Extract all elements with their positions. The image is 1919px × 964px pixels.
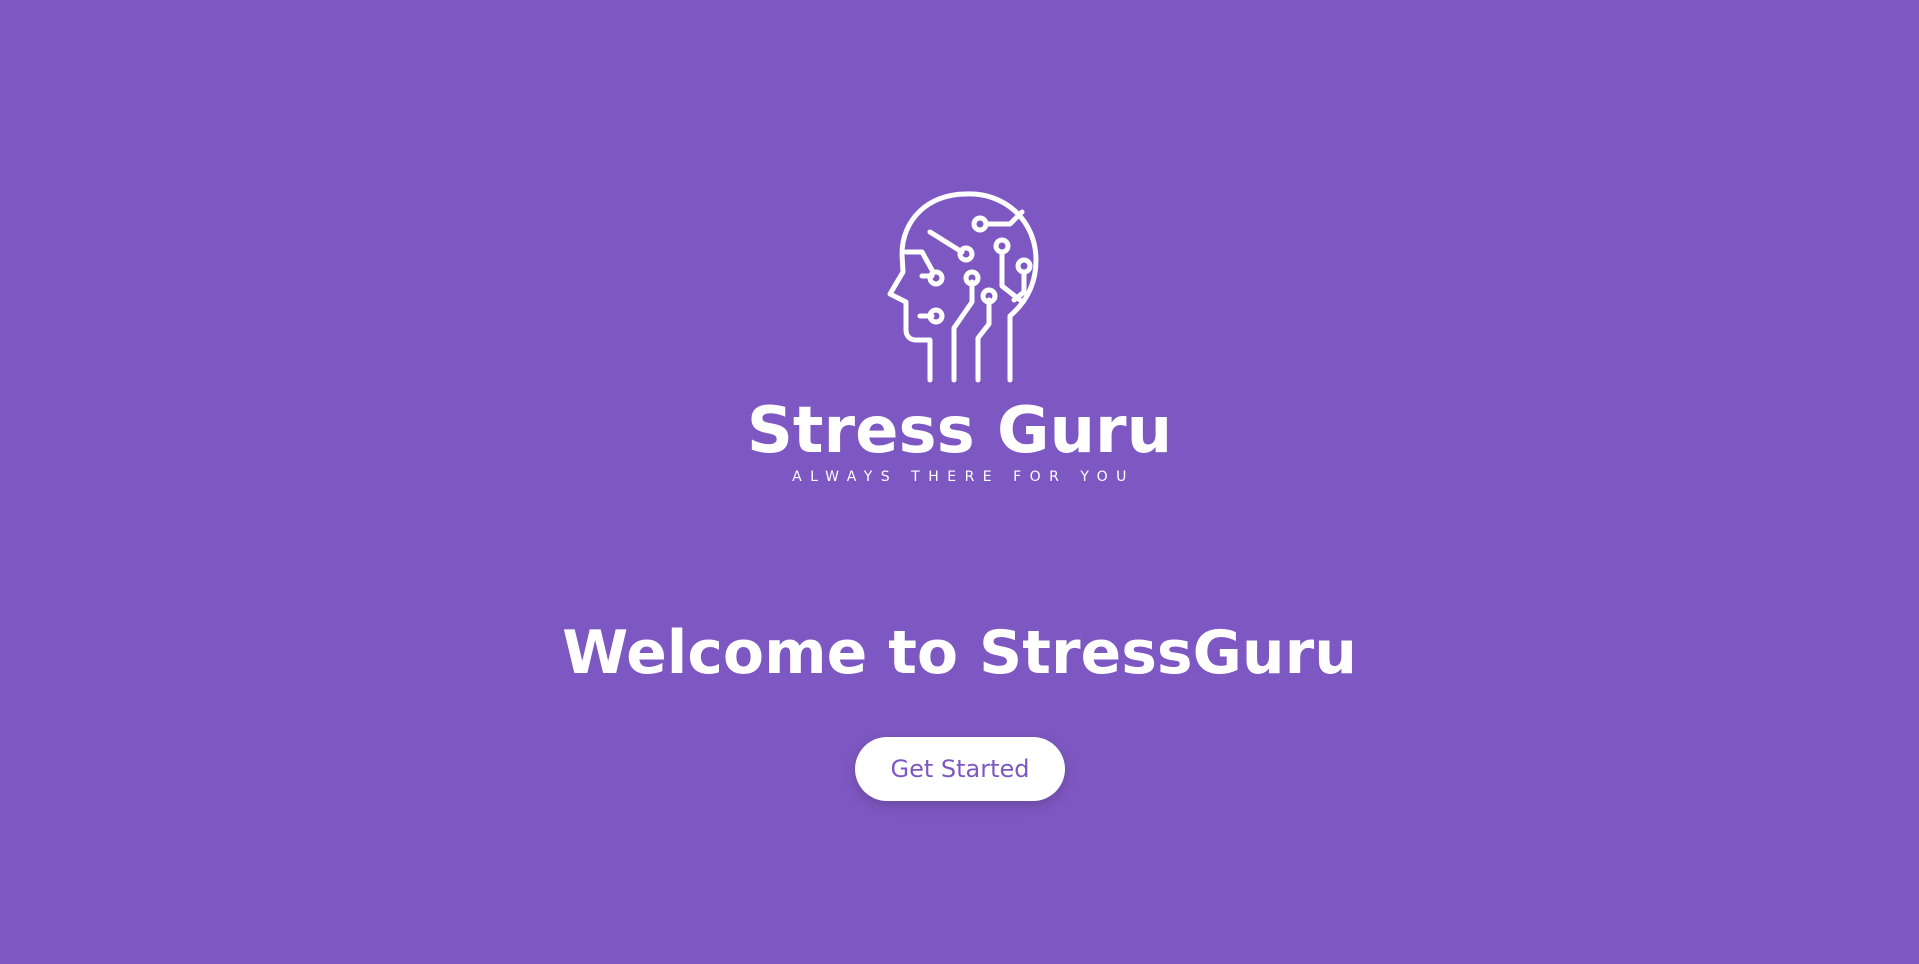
brand-name: Stress Guru [746, 394, 1173, 468]
welcome-title: Welcome to StressGuru [562, 618, 1357, 688]
brand-tagline: ALWAYS THERE FOR YOU [792, 469, 1135, 485]
brand-logo: Stress Guru ALWAYS THERE FOR YOU [0, 190, 1919, 486]
head-circuit-icon [887, 191, 1038, 383]
get-started-button[interactable]: Get Started [855, 737, 1065, 801]
